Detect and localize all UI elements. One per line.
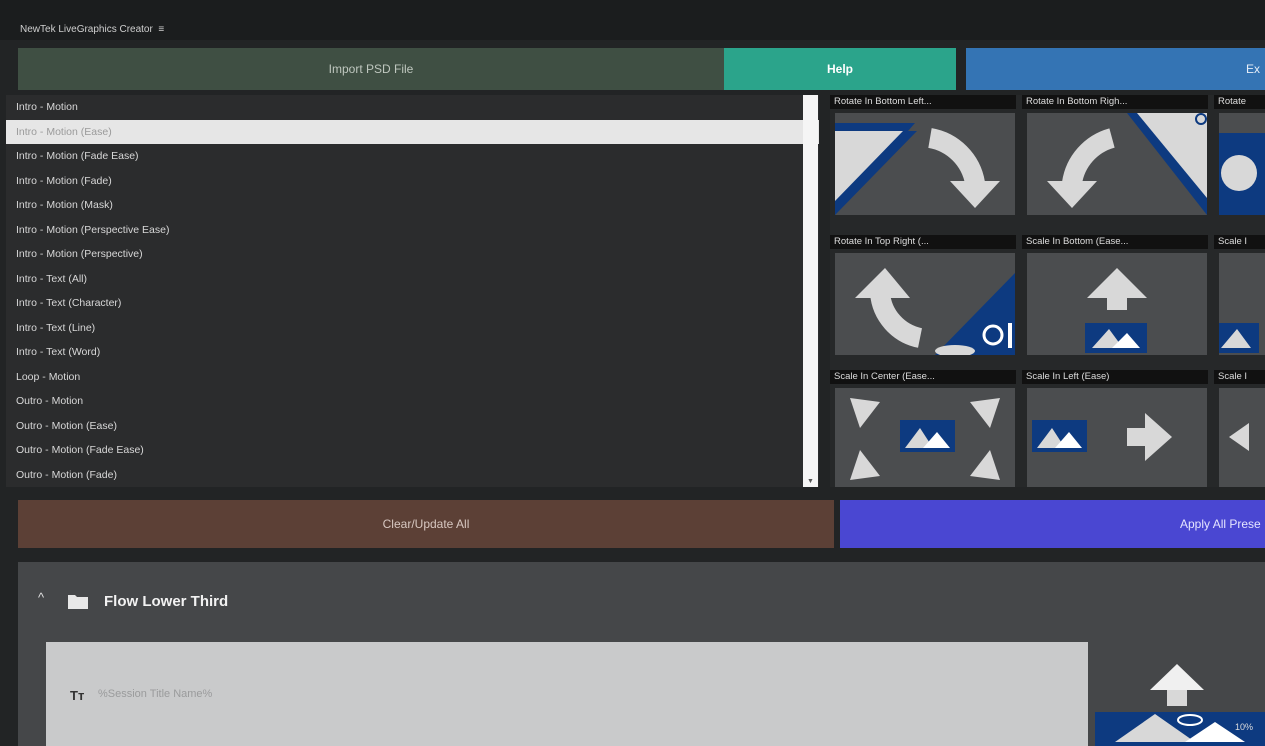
preset-tile[interactable]: Scale In Left (Ease) [1022,370,1208,487]
import-psd-button[interactable]: Import PSD File [18,48,724,90]
export-button[interactable]: Ex [966,48,1265,90]
apply-all-presets-button[interactable]: Apply All Prese [840,500,1265,548]
scale-bottom-icon [1027,253,1207,355]
preset-label: Scale In Center (Ease... [830,370,1016,384]
list-item[interactable]: Intro - Motion (Perspective Ease) [6,218,819,243]
list-item[interactable]: Intro - Motion (Mask) [6,193,819,218]
list-item[interactable]: Intro - Text (Word) [6,340,819,365]
preset-label: Scale In Bottom (Ease... [1022,235,1208,249]
title-bar: NewTek LiveGraphics Creator ≡ [0,0,1265,40]
scale-icon [1219,388,1265,487]
rotate-icon [1219,113,1265,215]
rotate-bottom-left-icon [835,113,1015,215]
preset-preview[interactable]: 10% [1095,642,1265,746]
group-title: Flow Lower Third [104,593,229,610]
preset-label: Rotate In Bottom Left... [830,95,1016,109]
list-item[interactable]: Intro - Motion (Perspective) [6,242,819,267]
list-item[interactable]: Intro - Text (Character) [6,291,819,316]
scale-bottom-icon: 10% [1095,664,1265,746]
preset-tile[interactable]: Rotate [1214,95,1265,215]
list-item[interactable]: Intro - Motion (Fade Ease) [6,144,819,169]
list-item[interactable]: Outro - Motion (Fade) [6,463,819,488]
rotate-top-right-icon [835,253,1015,355]
window-title: NewTek LiveGraphics Creator ≡ [20,24,165,35]
preset-tile[interactable]: Rotate In Bottom Left... [830,95,1016,215]
clear-update-all-button[interactable]: Clear/Update All [18,500,834,548]
preset-tile[interactable]: Rotate In Top Right (... [830,235,1016,355]
list-item[interactable]: Intro - Motion (Fade) [6,169,819,194]
list-item[interactable]: Intro - Text (All) [6,267,819,292]
preset-tile[interactable]: Scale In Center (Ease... [830,370,1016,487]
text-layer-value[interactable]: %Session Title Name% [98,688,212,700]
preset-grid: Rotate In Bottom Left... Rotate In Botto… [830,95,1265,487]
list-item-selected[interactable]: Intro - Motion (Ease) [6,119,819,144]
scroll-down-icon[interactable]: ▼ [807,478,814,485]
preset-label: Scale In Left (Ease) [1022,370,1208,384]
text-type-icon: Tт [70,688,85,703]
preset-tile[interactable]: Scale In Bottom (Ease... [1022,235,1208,355]
preset-tile[interactable]: Scale I [1214,235,1265,355]
list-item[interactable]: Intro - Motion [6,95,819,120]
scale-center-icon [835,388,1015,487]
preset-tile[interactable]: Scale I [1214,370,1265,487]
list-item[interactable]: Loop - Motion [6,365,819,390]
animation-list[interactable]: Intro - Motion Intro - Motion (Ease) Int… [6,95,819,487]
list-item[interactable]: Outro - Motion (Fade Ease) [6,438,819,463]
preset-label: Rotate In Top Right (... [830,235,1016,249]
preset-tile[interactable]: Rotate In Bottom Righ... [1022,95,1208,215]
preview-percent: 10% [1235,722,1253,732]
list-item[interactable]: Outro - Motion [6,389,819,414]
preset-label: Rotate In Bottom Righ... [1022,95,1208,109]
list-item[interactable]: Intro - Text (Line) [6,316,819,341]
menu-icon[interactable]: ≡ [158,24,164,35]
collapse-caret-icon[interactable]: ^ [38,590,44,605]
scale-icon [1219,253,1265,355]
preset-label: Scale I [1214,370,1265,384]
list-scrollbar[interactable]: ▼ [803,95,818,487]
preset-label: Rotate [1214,95,1265,109]
list-item[interactable]: Outro - Motion (Ease) [6,414,819,439]
help-button[interactable]: Help [724,48,956,90]
folder-icon [68,595,88,609]
scale-left-icon [1027,388,1207,487]
preset-label: Scale I [1214,235,1265,249]
rotate-bottom-right-icon [1027,113,1207,215]
